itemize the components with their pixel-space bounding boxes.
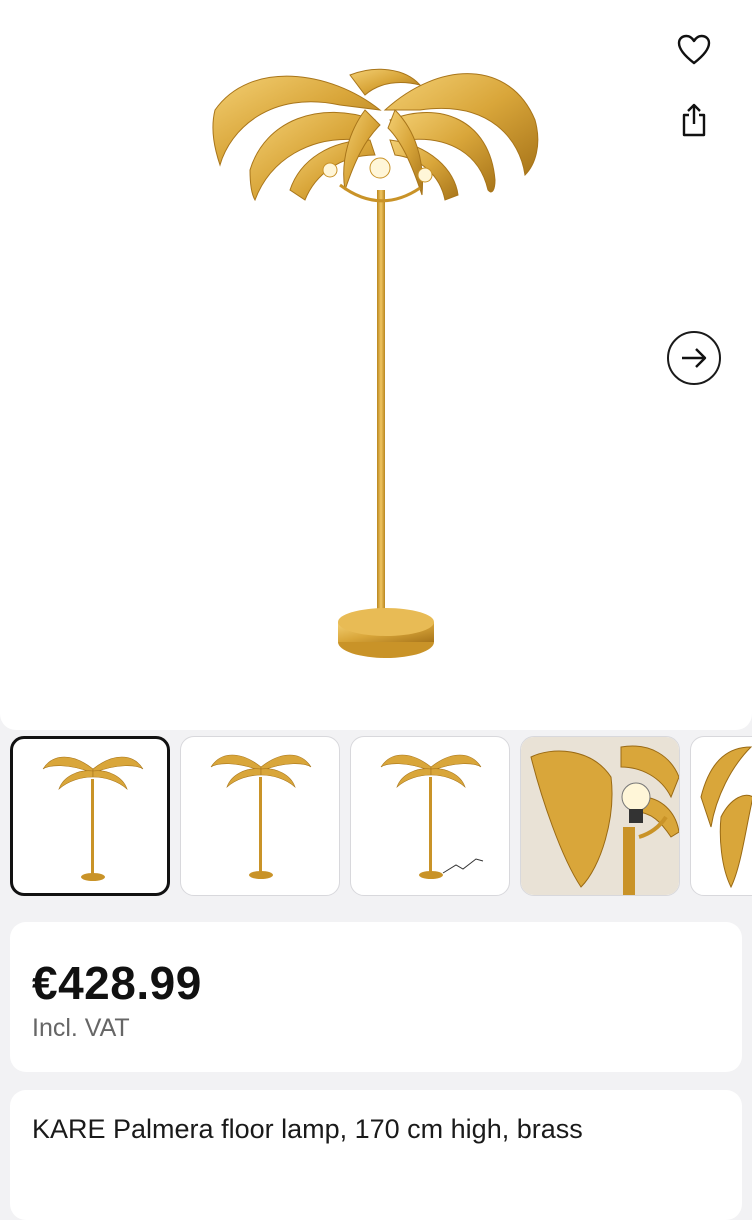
thumbnail-image <box>42 756 144 881</box>
next-image-button[interactable] <box>667 331 721 385</box>
thumbnail-1[interactable] <box>10 736 170 896</box>
thumbnail-3[interactable] <box>350 736 510 896</box>
product-title: KARE Palmera floor lamp, 170 cm high, br… <box>32 1114 583 1144</box>
share-button[interactable] <box>670 96 718 144</box>
thumbnail-image <box>700 746 752 889</box>
share-icon <box>682 103 706 137</box>
favorite-button[interactable] <box>670 26 718 74</box>
arrow-right-icon <box>682 348 707 368</box>
thumbnail-image <box>521 737 679 895</box>
heart-icon <box>677 34 711 65</box>
thumbnail-4[interactable] <box>520 736 680 896</box>
thumbnail-image <box>210 754 312 879</box>
product-price: €428.99 <box>32 957 202 1009</box>
thumbnail-image <box>380 754 484 879</box>
thumbnail-strip[interactable] <box>10 736 752 898</box>
product-image-viewer[interactable] <box>0 0 752 730</box>
thumbnail-2[interactable] <box>180 736 340 896</box>
price-card: €428.99 Incl. VAT <box>10 922 742 1072</box>
product-main-image <box>212 68 539 658</box>
thumbnail-5[interactable] <box>690 736 752 896</box>
product-title-card: KARE Palmera floor lamp, 170 cm high, br… <box>10 1090 742 1220</box>
vat-note: Incl. VAT <box>32 1014 130 1042</box>
